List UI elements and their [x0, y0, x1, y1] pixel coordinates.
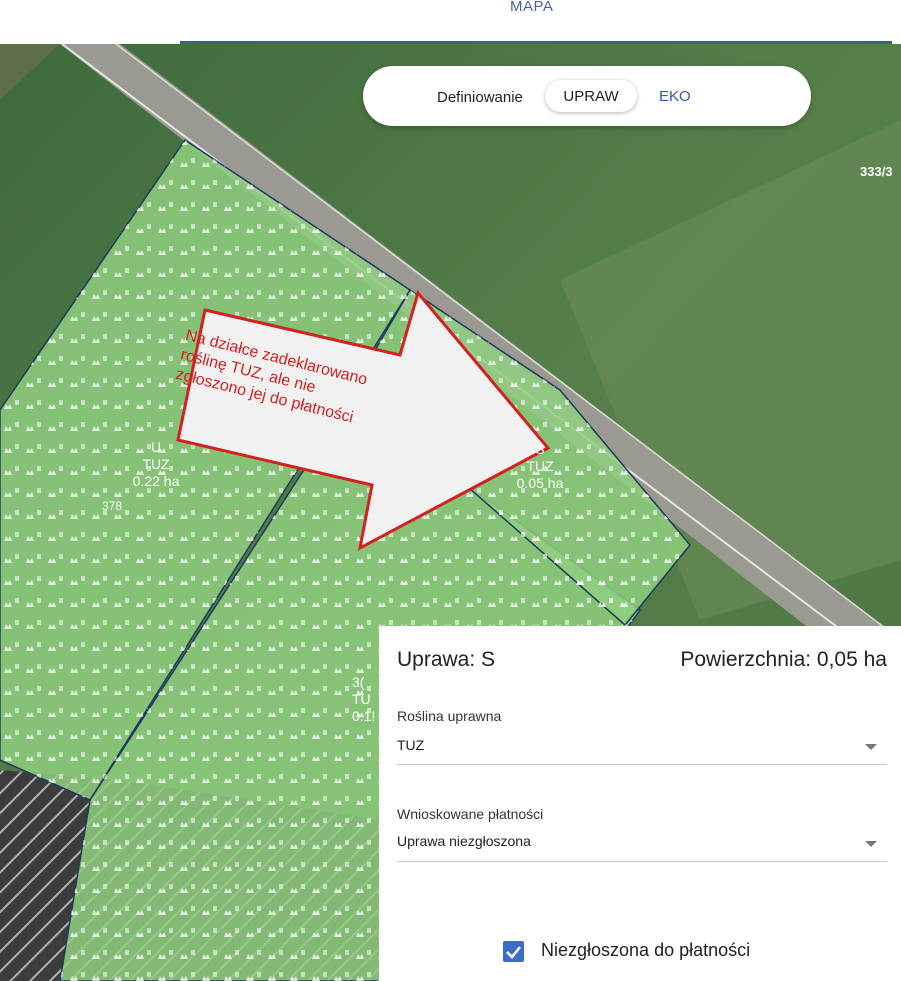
upraw-button[interactable]: UPRAW [545, 80, 637, 112]
tab-map[interactable]: MAPA [180, 0, 892, 44]
parcel-id: 333/3 [860, 164, 893, 179]
unreported-checkbox-label[interactable]: Niezgłoszona do płatności [541, 940, 750, 961]
unreported-checkbox[interactable] [503, 941, 524, 962]
plot-s-area: 0.05 ha [516, 475, 564, 491]
mode-toggle: Definiowanie UPRAW EKO [363, 66, 811, 126]
plot-3-label[interactable]: 3( TU 0.1! [352, 674, 382, 725]
plot-3-area: 0.1! [352, 708, 376, 724]
payment-field-label: Wnioskowane płatności [397, 806, 544, 822]
plot-u-label[interactable]: U TUZ 0.22 ha [128, 439, 184, 490]
plot-u-letter: U [150, 439, 162, 455]
chevron-down-icon [865, 744, 877, 750]
panel-title: Uprawa: S [397, 648, 496, 671]
plot-u-area: 0.22 ha [132, 473, 180, 489]
crop-select-underline [397, 764, 887, 765]
top-bar: MAPA [0, 0, 901, 44]
plot-s-label[interactable]: S TUZ 0.05 ha [508, 441, 572, 492]
tab-map-label: MAPA [510, 0, 554, 15]
toggle-label: Definiowanie [437, 89, 523, 106]
chevron-down-icon [865, 841, 877, 847]
plot-s-crop: TUZ [526, 458, 554, 474]
crop-field-label: Roślina uprawna [397, 708, 502, 724]
checkmark-icon [506, 946, 522, 959]
panel-area: Powierzchnia: 0,05 ha [680, 648, 887, 671]
crop-select-value: TUZ [397, 737, 425, 753]
plot-3-letter: 3( [352, 674, 365, 690]
payment-select-underline [397, 861, 887, 862]
plot-3-crop: TU [352, 691, 371, 707]
plot-u-number: 378 [102, 499, 123, 513]
plot-s-letter: S [535, 441, 545, 457]
crop-details-panel: Uprawa: S Powierzchnia: 0,05 ha Roślina … [379, 626, 901, 981]
payment-select-value: Uprawa niezgłoszona [397, 833, 531, 849]
plot-u-crop: TUZ [142, 456, 170, 472]
eko-button[interactable]: EKO [647, 80, 703, 112]
